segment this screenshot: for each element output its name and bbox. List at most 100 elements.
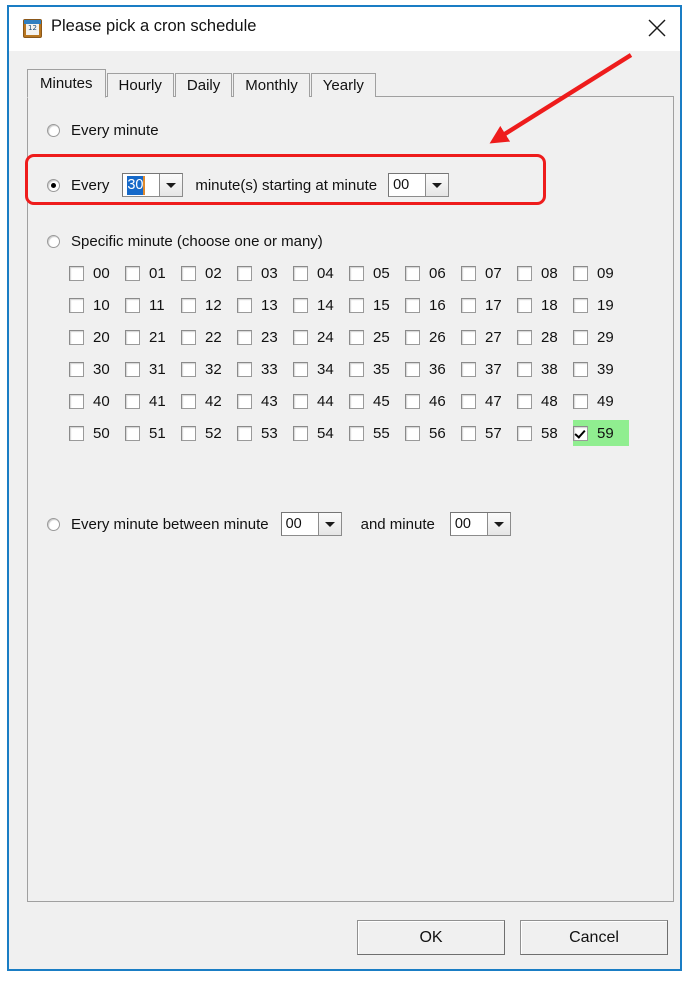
interval-minutes-dropdown[interactable]: 30 — [122, 173, 184, 197]
minute-cell-59[interactable]: 59 — [573, 420, 629, 446]
minute-checkbox-05[interactable] — [349, 265, 364, 281]
minute-cell-35[interactable]: 35 — [349, 356, 405, 382]
minute-checkbox-35[interactable] — [349, 361, 364, 377]
minute-checkbox-12[interactable] — [181, 297, 196, 313]
minute-cell-58[interactable]: 58 — [517, 420, 573, 446]
minute-cell-44[interactable]: 44 — [293, 388, 349, 414]
minute-cell-32[interactable]: 32 — [181, 356, 237, 382]
minute-checkbox-58[interactable] — [517, 425, 532, 441]
chevron-down-icon[interactable] — [486, 513, 510, 535]
minute-checkbox-16[interactable] — [405, 297, 420, 313]
minute-checkbox-02[interactable] — [181, 265, 196, 281]
radio-specific-minute[interactable] — [47, 235, 60, 248]
minute-cell-29[interactable]: 29 — [573, 324, 629, 350]
minute-checkbox-42[interactable] — [181, 393, 196, 409]
radio-between-minutes[interactable] — [47, 517, 60, 531]
minute-checkbox-20[interactable] — [69, 329, 84, 345]
tab-yearly[interactable]: Yearly — [310, 73, 376, 97]
radio-every-n-minutes[interactable] — [47, 178, 60, 192]
minute-checkbox-56[interactable] — [405, 425, 420, 441]
minute-checkbox-36[interactable] — [405, 361, 420, 377]
minute-cell-25[interactable]: 25 — [349, 324, 405, 350]
option-between-minutes[interactable]: Every minute between minute 00 and minut… — [47, 512, 511, 536]
minute-checkbox-31[interactable] — [125, 361, 140, 377]
minute-cell-17[interactable]: 17 — [461, 292, 517, 318]
minute-checkbox-39[interactable] — [573, 361, 588, 377]
cancel-button[interactable]: Cancel — [520, 920, 668, 955]
minute-checkbox-34[interactable] — [293, 361, 308, 377]
minute-checkbox-08[interactable] — [517, 265, 532, 281]
close-icon[interactable] — [634, 7, 680, 47]
minute-cell-15[interactable]: 15 — [349, 292, 405, 318]
minute-checkbox-51[interactable] — [125, 425, 140, 441]
minute-cell-04[interactable]: 04 — [293, 260, 349, 286]
minute-cell-48[interactable]: 48 — [517, 388, 573, 414]
minute-checkbox-00[interactable] — [69, 265, 84, 281]
minute-checkbox-06[interactable] — [405, 265, 420, 281]
minute-cell-41[interactable]: 41 — [125, 388, 181, 414]
minute-checkbox-15[interactable] — [349, 297, 364, 313]
minute-cell-07[interactable]: 07 — [461, 260, 517, 286]
minute-cell-18[interactable]: 18 — [517, 292, 573, 318]
minute-checkbox-52[interactable] — [181, 425, 196, 441]
minute-cell-03[interactable]: 03 — [237, 260, 293, 286]
minute-cell-27[interactable]: 27 — [461, 324, 517, 350]
minute-cell-00[interactable]: 00 — [69, 260, 125, 286]
minute-checkbox-50[interactable] — [69, 425, 84, 441]
minute-checkbox-43[interactable] — [237, 393, 252, 409]
minute-cell-09[interactable]: 09 — [573, 260, 629, 286]
radio-every-minute[interactable] — [47, 124, 60, 137]
minute-checkbox-17[interactable] — [461, 297, 476, 313]
minute-checkbox-53[interactable] — [237, 425, 252, 441]
minute-checkbox-13[interactable] — [237, 297, 252, 313]
minute-checkbox-28[interactable] — [517, 329, 532, 345]
minute-checkbox-29[interactable] — [573, 329, 588, 345]
minute-checkbox-01[interactable] — [125, 265, 140, 281]
minute-checkbox-09[interactable] — [573, 265, 588, 281]
minute-checkbox-45[interactable] — [349, 393, 364, 409]
minute-cell-08[interactable]: 08 — [517, 260, 573, 286]
minute-checkbox-10[interactable] — [69, 297, 84, 313]
chevron-down-icon[interactable] — [317, 513, 341, 535]
minute-cell-11[interactable]: 11 — [125, 292, 181, 318]
tab-minutes[interactable]: Minutes — [27, 69, 106, 98]
minute-checkbox-38[interactable] — [517, 361, 532, 377]
minute-cell-26[interactable]: 26 — [405, 324, 461, 350]
minute-cell-36[interactable]: 36 — [405, 356, 461, 382]
minute-checkbox-59[interactable] — [573, 425, 588, 441]
minute-cell-46[interactable]: 46 — [405, 388, 461, 414]
minute-cell-05[interactable]: 05 — [349, 260, 405, 286]
minute-checkbox-46[interactable] — [405, 393, 420, 409]
minute-cell-06[interactable]: 06 — [405, 260, 461, 286]
minute-cell-14[interactable]: 14 — [293, 292, 349, 318]
minute-cell-47[interactable]: 47 — [461, 388, 517, 414]
minute-checkbox-22[interactable] — [181, 329, 196, 345]
minute-cell-54[interactable]: 54 — [293, 420, 349, 446]
minute-checkbox-57[interactable] — [461, 425, 476, 441]
minute-cell-52[interactable]: 52 — [181, 420, 237, 446]
minute-cell-55[interactable]: 55 — [349, 420, 405, 446]
minute-cell-38[interactable]: 38 — [517, 356, 573, 382]
tab-hourly[interactable]: Hourly — [106, 73, 174, 97]
minute-cell-37[interactable]: 37 — [461, 356, 517, 382]
ok-button[interactable]: OK — [357, 920, 505, 955]
minute-cell-42[interactable]: 42 — [181, 388, 237, 414]
minute-cell-40[interactable]: 40 — [69, 388, 125, 414]
minute-cell-01[interactable]: 01 — [125, 260, 181, 286]
minute-checkbox-32[interactable] — [181, 361, 196, 377]
minute-checkbox-30[interactable] — [69, 361, 84, 377]
minute-checkbox-19[interactable] — [573, 297, 588, 313]
minute-cell-02[interactable]: 02 — [181, 260, 237, 286]
tab-daily[interactable]: Daily — [174, 73, 233, 97]
minute-checkbox-18[interactable] — [517, 297, 532, 313]
minute-checkbox-25[interactable] — [349, 329, 364, 345]
minute-checkbox-37[interactable] — [461, 361, 476, 377]
minute-cell-31[interactable]: 31 — [125, 356, 181, 382]
minute-checkbox-21[interactable] — [125, 329, 140, 345]
minute-checkbox-48[interactable] — [517, 393, 532, 409]
minute-checkbox-04[interactable] — [293, 265, 308, 281]
minute-checkbox-26[interactable] — [405, 329, 420, 345]
option-every-minute[interactable]: Every minute — [47, 122, 159, 139]
minute-checkbox-24[interactable] — [293, 329, 308, 345]
minute-cell-57[interactable]: 57 — [461, 420, 517, 446]
